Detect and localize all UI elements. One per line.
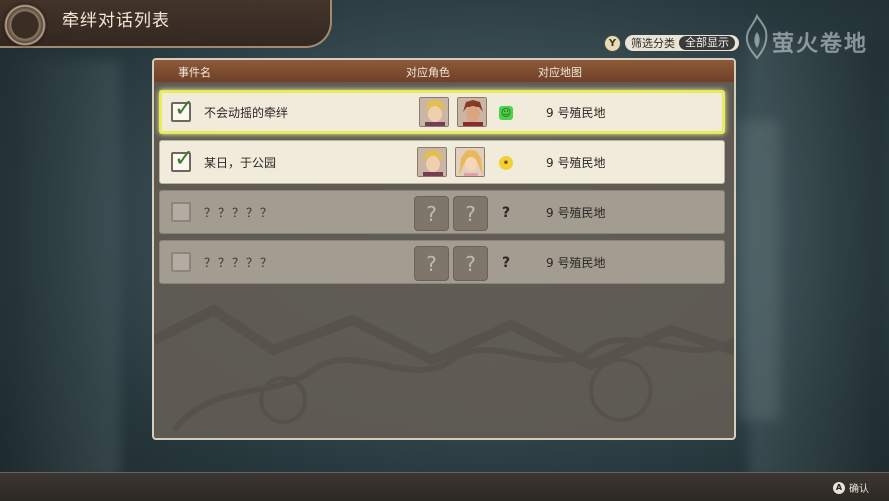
unknown-character-icon: ? (414, 196, 449, 231)
confirm-label: 确认 (849, 484, 869, 495)
background-blur-pillar (740, 120, 780, 420)
event-row-1[interactable]: ✓ 不会动摇的牵绊 ☺ 9 号殖民地 (159, 90, 725, 134)
confirm-prompt[interactable]: A 确认 (833, 480, 869, 495)
completed-checkbox: ✓ (171, 146, 194, 172)
portrait-blond-hero-icon (419, 97, 449, 127)
empty-checkbox (171, 202, 191, 222)
event-row-3[interactable]: ？？？？？ ? ? ? 9 号殖民地 (159, 190, 725, 234)
affinity-unknown-icon: ? (501, 205, 511, 221)
event-name: ？？？？？ (204, 256, 275, 270)
header-map: 对应地图 (538, 66, 582, 79)
map-name: 9 号殖民地 (546, 256, 606, 270)
completed-checkbox: ✓ (171, 96, 194, 122)
event-name: 不会动摇的牵绊 (204, 106, 289, 120)
map-name: 9 号殖民地 (546, 106, 606, 120)
event-name: ？？？？？ (204, 206, 275, 220)
portrait-blonde-girl-icon (455, 147, 485, 177)
a-button-icon[interactable]: A (833, 481, 845, 494)
map-name: 9 号殖民地 (546, 156, 606, 170)
page-title: 牵绊对话列表 (62, 11, 170, 31)
watermark-logo: 萤火卷地 (744, 13, 884, 64)
portrait-redhair-warrior-icon (457, 97, 487, 127)
affinity-unknown-icon: ? (501, 255, 511, 271)
title-ring-emblem (4, 4, 46, 46)
unknown-character-icon: ? (414, 246, 449, 281)
affinity-yellow-icon: • (499, 156, 513, 170)
affinity-green-icon: ☺ (499, 106, 513, 120)
event-row-2[interactable]: ✓ 某日，于公园 • 9 号殖民地 (159, 140, 725, 184)
filter-label: 筛选分类 (631, 37, 675, 50)
event-row-4[interactable]: ？？？？？ ? ? ? 9 号殖民地 (159, 240, 725, 284)
bottom-prompt-bar: A 确认 (0, 472, 889, 501)
unknown-character-icon: ? (453, 246, 488, 281)
watermark-text: 萤火卷地 (772, 32, 869, 57)
y-button-icon[interactable]: Y (604, 34, 621, 52)
title-bar: 牵绊对话列表 (0, 0, 332, 48)
header-characters: 对应角色 (406, 66, 450, 79)
filter-value[interactable]: 全部显示 (679, 36, 735, 50)
filter-control[interactable]: Y 筛选分类 全部显示 (604, 34, 739, 52)
portrait-blond-hero-icon (417, 147, 447, 177)
map-name: 9 号殖民地 (546, 206, 606, 220)
panel-decoration-pattern (154, 304, 734, 432)
header-event: 事件名 (178, 66, 211, 79)
checkmark-icon: ✓ (174, 94, 195, 122)
empty-checkbox (171, 252, 191, 272)
unknown-character-icon: ? (453, 196, 488, 231)
flame-logo-icon (745, 13, 768, 60)
event-name: 某日，于公园 (204, 156, 277, 170)
filter-box[interactable]: 筛选分类 全部显示 (625, 35, 739, 51)
table-header: 事件名 对应角色 对应地图 (154, 60, 734, 82)
checkmark-icon: ✓ (174, 144, 195, 172)
background-blur-left (0, 60, 120, 480)
bond-dialogue-panel: 事件名 对应角色 对应地图 ✓ 不会动摇的牵绊 ☺ 9 号殖民地 ✓ 某日，于公… (152, 58, 736, 440)
